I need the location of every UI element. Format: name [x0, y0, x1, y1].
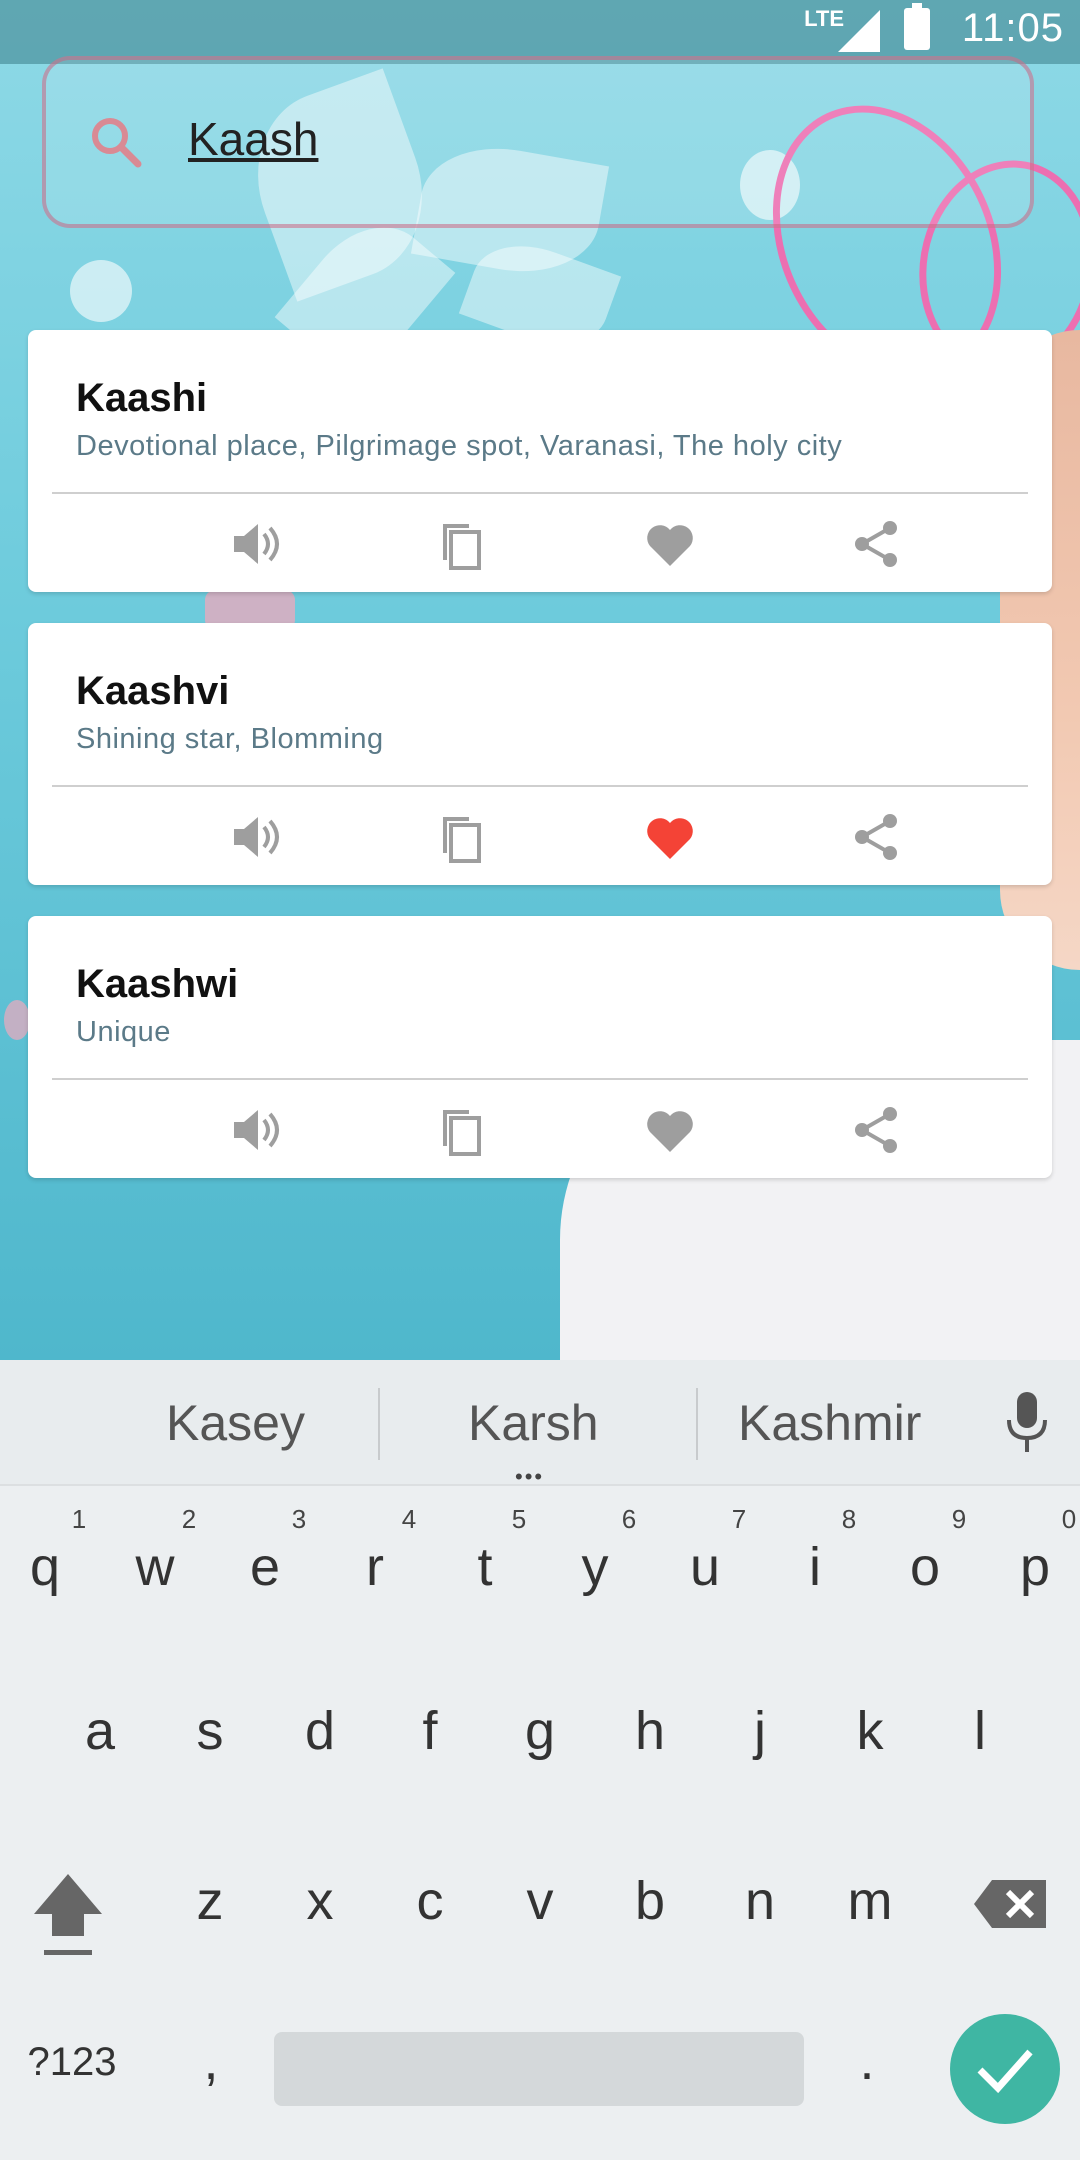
card-meaning: Devotional place, Pilgrimage spot, Varan… [76, 430, 843, 462]
card-actions [28, 793, 1052, 881]
copy-icon[interactable] [433, 1102, 489, 1158]
share-icon[interactable] [848, 1102, 904, 1158]
key-hint-5: 5 [511, 1504, 527, 1534]
space-bar[interactable] [274, 2032, 804, 2106]
card-name: Kaashvi [76, 669, 230, 713]
heart-icon-favorited[interactable] [642, 809, 698, 865]
backspace-key-icon[interactable] [972, 1876, 1050, 1932]
key-f[interactable]: f [395, 1700, 465, 1762]
search-icon [92, 118, 142, 168]
suggestion-1[interactable]: Kasey [166, 1394, 305, 1452]
checkmark-icon [977, 2049, 1033, 2094]
key-t[interactable]: t [450, 1536, 520, 1598]
heart-icon[interactable] [642, 516, 698, 572]
card-name: Kaashwi [76, 962, 239, 1006]
key-hint-8: 8 [841, 1504, 857, 1534]
enter-key[interactable] [950, 2014, 1060, 2124]
key-hint-1: 1 [71, 1504, 87, 1534]
key-r[interactable]: r [340, 1536, 410, 1598]
key-e[interactable]: e [230, 1536, 300, 1598]
key-u[interactable]: u [670, 1536, 740, 1598]
speaker-icon[interactable] [228, 516, 284, 572]
key-w[interactable]: w [120, 1536, 190, 1598]
status-bar: LTE 11:05 [0, 0, 1080, 64]
key-k[interactable]: k [835, 1700, 905, 1762]
shift-key-icon[interactable] [30, 1870, 106, 1960]
microphone-icon[interactable] [1004, 1390, 1050, 1454]
search-input[interactable]: Kaash [188, 112, 318, 166]
search-box[interactable]: Kaash [42, 56, 1034, 228]
speaker-icon[interactable] [228, 1102, 284, 1158]
key-z[interactable]: z [175, 1870, 245, 1932]
name-card: Kaashwi Unique [28, 916, 1052, 1178]
key-q[interactable]: q [10, 1536, 80, 1598]
symbols-key[interactable]: ?123 [22, 2040, 122, 2085]
key-hint-2: 2 [181, 1504, 197, 1534]
key-hint-3: 3 [291, 1504, 307, 1534]
name-card: Kaashi Devotional place, Pilgrimage spot… [28, 330, 1052, 592]
key-m[interactable]: m [835, 1870, 905, 1932]
key-x[interactable]: x [285, 1870, 355, 1932]
key-a[interactable]: a [65, 1700, 135, 1762]
comma-key[interactable]: , [176, 2030, 246, 2092]
key-l[interactable]: l [945, 1700, 1015, 1762]
divider [52, 1078, 1028, 1080]
name-card: Kaashvi Shining star, Blomming [28, 623, 1052, 885]
divider [52, 492, 1028, 494]
share-icon[interactable] [848, 809, 904, 865]
copy-icon[interactable] [433, 516, 489, 572]
key-j[interactable]: j [725, 1700, 795, 1762]
key-g[interactable]: g [505, 1700, 575, 1762]
key-v[interactable]: v [505, 1870, 575, 1932]
key-hint-9: 9 [951, 1504, 967, 1534]
card-actions [28, 500, 1052, 588]
suggestion-strip: Kasey Karsh ••• Kashmir [0, 1360, 1080, 1489]
speaker-icon[interactable] [228, 809, 284, 865]
suggestion-2[interactable]: Karsh [468, 1394, 599, 1452]
heart-icon[interactable] [642, 1102, 698, 1158]
key-o[interactable]: o [890, 1536, 960, 1598]
key-c[interactable]: c [395, 1870, 465, 1932]
copy-icon[interactable] [433, 809, 489, 865]
key-n[interactable]: n [725, 1870, 795, 1932]
period-key[interactable]: . [832, 2030, 902, 2092]
clock: 11:05 [961, 6, 1064, 50]
battery-charging-icon [904, 3, 930, 50]
divider [52, 785, 1028, 787]
key-hint-4: 4 [401, 1504, 417, 1534]
key-i[interactable]: i [780, 1536, 850, 1598]
card-meaning: Unique [76, 1016, 171, 1048]
key-h[interactable]: h [615, 1700, 685, 1762]
card-meaning: Shining star, Blomming [76, 723, 384, 755]
key-hint-7: 7 [731, 1504, 747, 1534]
key-hint-6: 6 [621, 1504, 637, 1534]
key-y[interactable]: y [560, 1536, 630, 1598]
more-suggestions-icon[interactable]: ••• [515, 1464, 544, 1490]
key-d[interactable]: d [285, 1700, 355, 1762]
card-actions [28, 1086, 1052, 1174]
signal-icon [838, 10, 880, 52]
share-icon[interactable] [848, 516, 904, 572]
key-s[interactable]: s [175, 1700, 245, 1762]
key-hint-0: 0 [1061, 1504, 1077, 1534]
card-name: Kaashi [76, 376, 208, 420]
key-b[interactable]: b [615, 1870, 685, 1932]
key-p[interactable]: p [1000, 1536, 1070, 1598]
suggestion-3[interactable]: Kashmir [738, 1394, 921, 1452]
